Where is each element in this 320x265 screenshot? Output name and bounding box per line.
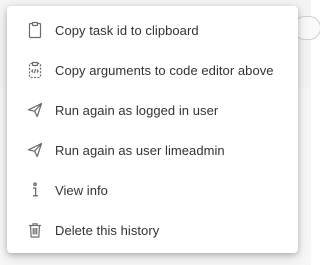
menu-item-view-info[interactable]: View info: [7, 170, 298, 210]
menu-item-label: View info: [55, 182, 108, 198]
menu-item-label: Delete this history: [55, 222, 160, 238]
menu-item-label: Run again as user limeadmin: [55, 142, 225, 158]
send-icon: [26, 141, 44, 159]
clipboard-icon: [26, 21, 44, 39]
trash-icon: [26, 221, 44, 239]
menu-item-label: Copy task id to clipboard: [55, 22, 199, 38]
menu-item-run-as-limeadmin[interactable]: Run again as user limeadmin: [7, 130, 298, 170]
menu-item-run-logged-in-user[interactable]: Run again as logged in user: [7, 90, 298, 130]
menu-item-label: Copy arguments to code editor above: [55, 62, 274, 78]
menu-item-delete-history[interactable]: Delete this history: [7, 210, 298, 250]
send-icon: [26, 101, 44, 119]
menu-item-copy-task-id[interactable]: Copy task id to clipboard: [7, 10, 298, 50]
menu-item-label: Run again as logged in user: [55, 102, 219, 118]
clipboard-code-icon: [26, 61, 44, 79]
context-menu: Copy task id to clipboard Copy arguments…: [7, 6, 298, 253]
info-icon: [26, 181, 44, 199]
menu-item-copy-arguments[interactable]: Copy arguments to code editor above: [7, 50, 298, 90]
